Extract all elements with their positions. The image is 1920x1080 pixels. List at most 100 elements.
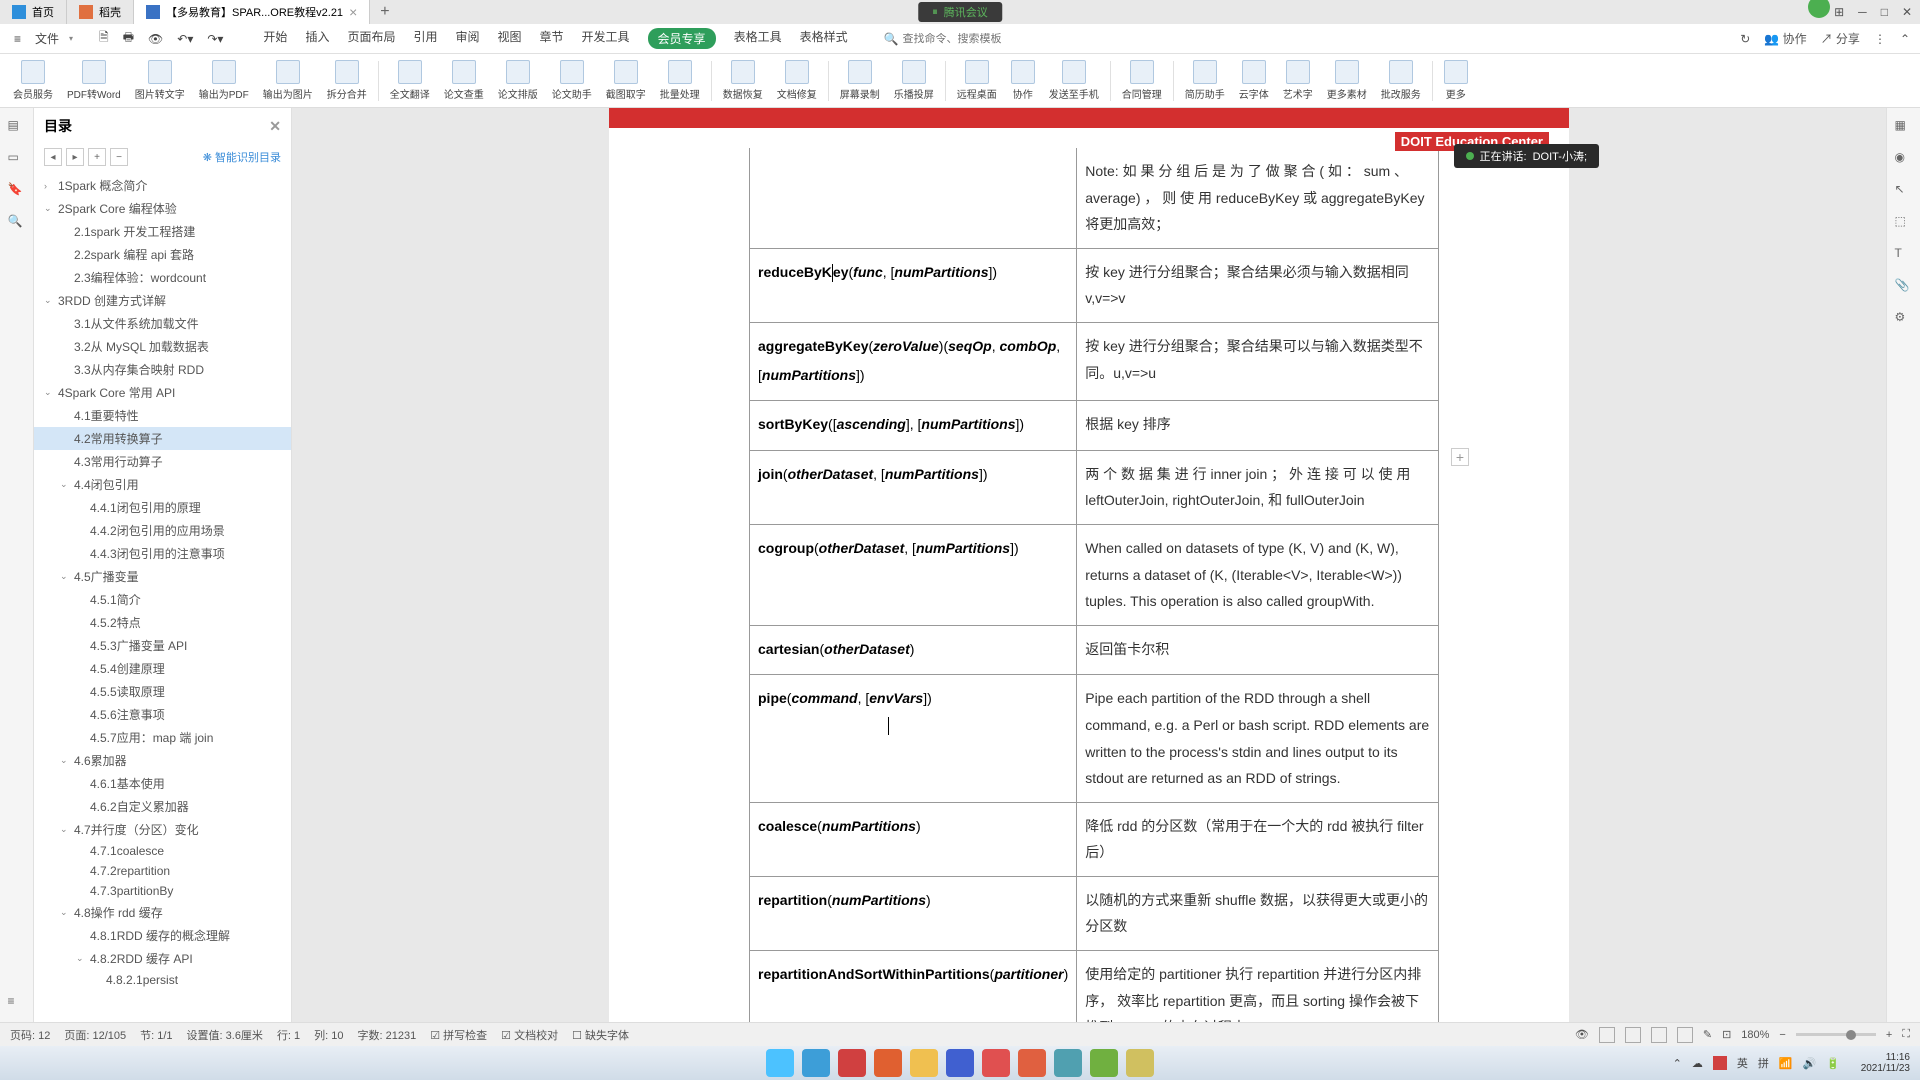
ribbon-button[interactable]: 会员服务	[6, 60, 60, 101]
sb-chars[interactable]: 字数: 21231	[358, 1027, 417, 1043]
close-panel-icon[interactable]: ✕	[269, 118, 281, 135]
menu-tab[interactable]: 章节	[540, 28, 564, 49]
outline-item[interactable]: ⌄4.6累加器	[34, 749, 291, 772]
api-cell[interactable]: repartitionAndSortWithinPartitions(parti…	[750, 951, 1077, 1022]
ribbon-button[interactable]: 更多素材	[1320, 60, 1374, 101]
outline-item[interactable]: 3.1从文件系统加载文件	[34, 312, 291, 335]
collapse-all-icon[interactable]: ◂	[44, 148, 62, 166]
ribbon-button[interactable]: 更多	[1437, 60, 1475, 101]
table-row[interactable]: aggregateByKey(zeroValue)(seqOp, combOp,…	[750, 322, 1439, 400]
app-teal-icon[interactable]	[1054, 1049, 1082, 1077]
table-cell[interactable]	[750, 148, 1077, 248]
chevron-icon[interactable]: ⌄	[60, 907, 70, 918]
api-cell[interactable]: sortByKey([ascending], [numPartitions])	[750, 401, 1077, 451]
wifi-icon[interactable]: 📶	[1779, 1057, 1793, 1070]
taskbar-clock[interactable]: 11:16 2021/11/23	[1861, 1052, 1910, 1074]
api-cell[interactable]: reduceByKey(func, [numPartitions])	[750, 248, 1077, 322]
ime-lang[interactable]: 英	[1737, 1055, 1748, 1071]
ribbon-button[interactable]: 截图取字	[599, 60, 653, 101]
grid-icon[interactable]: ⊞	[1834, 5, 1844, 19]
menu-tab[interactable]: 插入	[305, 28, 329, 49]
wps-icon[interactable]	[982, 1049, 1010, 1077]
print-icon[interactable]: 🖶	[119, 26, 138, 51]
outline-item[interactable]: 4.3常用行动算子	[34, 450, 291, 473]
api-cell[interactable]: repartition(numPartitions)	[750, 876, 1077, 950]
chevron-icon[interactable]: ⌄	[44, 387, 54, 398]
system-tray[interactable]: ⌃ ☁ 英 拼 📶 🔊 🔋	[1673, 1055, 1840, 1071]
outline-item[interactable]: 4.7.3partitionBy	[34, 881, 291, 901]
outline-item[interactable]: 4.5.2特点	[34, 611, 291, 634]
menu-tab[interactable]: 表格样式	[800, 28, 848, 49]
menu-tab[interactable]: 开始	[263, 28, 287, 49]
ribbon-button[interactable]: 拆分合并	[320, 60, 374, 101]
desc-cell[interactable]: 以随机的方式来重新 shuffle 数据，以获得更大或更小的分区数	[1077, 876, 1439, 950]
page-icon[interactable]: ▭	[8, 150, 26, 168]
view-page-icon[interactable]	[1599, 1027, 1615, 1043]
api-cell[interactable]: cartesian(otherDataset)	[750, 625, 1077, 675]
share-button[interactable]: ↗ 分享	[1821, 30, 1860, 47]
outline-item[interactable]: 4.5.3广播变量 API	[34, 634, 291, 657]
view-read-icon[interactable]	[1651, 1027, 1667, 1043]
view-web-icon[interactable]	[1677, 1027, 1693, 1043]
chevron-icon[interactable]: ⌄	[60, 824, 70, 835]
chevron-icon[interactable]: ⌄	[60, 571, 70, 582]
doc-tab[interactable]: 首页	[0, 0, 67, 24]
ribbon-button[interactable]: 论文助手	[545, 60, 599, 101]
ribbon-button[interactable]: 艺术字	[1276, 60, 1320, 101]
tools-icon[interactable]: ▦	[1895, 118, 1913, 136]
outline-item[interactable]: ⌄4.8.2RDD 缓存 API	[34, 947, 291, 970]
bookmark-icon[interactable]: 🔖	[8, 182, 26, 200]
zoom-in-icon[interactable]: +	[1886, 1029, 1892, 1041]
ime-mode[interactable]: 拼	[1758, 1055, 1769, 1071]
table-row[interactable]: coalesce(numPartitions)降低 rdd 的分区数（常用于在一…	[750, 802, 1439, 876]
undo-icon[interactable]: ↶▾	[173, 30, 197, 48]
api-table[interactable]: Note: 如 果 分 组 后 是 为 了 做 聚 合 ( 如 ： sum 、 …	[749, 148, 1439, 1022]
api-cell[interactable]: coalesce(numPartitions)	[750, 802, 1077, 876]
table-row[interactable]: repartitionAndSortWithinPartitions(parti…	[750, 951, 1439, 1022]
hamburger-icon[interactable]: ≡	[10, 30, 25, 48]
doc-tab[interactable]: 【多易教育】SPAR...ORE教程v2.21×	[134, 0, 370, 24]
chevron-icon[interactable]: ⌄	[44, 295, 54, 306]
outline-item[interactable]: 4.7.1coalesce	[34, 841, 291, 861]
outline-item[interactable]: 4.2常用转换算子	[34, 427, 291, 450]
outline-item[interactable]: 4.4.3闭包引用的注意事项	[34, 542, 291, 565]
eye-icon[interactable]: 👁	[1575, 1028, 1589, 1041]
outline-item[interactable]: 3.3从内存集合映射 RDD	[34, 358, 291, 381]
expand-all-icon[interactable]: ▸	[66, 148, 84, 166]
close-icon[interactable]: ✕	[1902, 5, 1912, 19]
add-icon[interactable]: +	[88, 148, 106, 166]
outline-item[interactable]: 4.1重要特性	[34, 404, 291, 427]
redo-icon[interactable]: ↷▾	[203, 30, 227, 48]
ribbon-button[interactable]: 发送至手机	[1042, 60, 1106, 101]
expand-icon[interactable]: ⌃	[1900, 32, 1910, 46]
outline-item[interactable]: 4.6.1基本使用	[34, 772, 291, 795]
save-icon[interactable]: 🗎	[95, 26, 113, 51]
sb-spell[interactable]: ☑ 拼写检查	[430, 1027, 487, 1043]
close-tab-icon[interactable]: ×	[349, 4, 357, 20]
chevron-icon[interactable]: ⌄	[44, 203, 54, 214]
chevron-icon[interactable]: ⌄	[76, 953, 86, 964]
volume-icon[interactable]: 🔊	[1803, 1057, 1817, 1070]
ribbon-button[interactable]: 文档修复	[770, 60, 824, 101]
meeting-badge[interactable]: ⏸ 腾讯会议	[918, 2, 1002, 22]
table-row[interactable]: sortByKey([ascending], [numPartitions])根…	[750, 401, 1439, 451]
new-tab-button[interactable]: +	[370, 3, 399, 21]
menu-tab[interactable]: 会员专享	[648, 28, 716, 49]
search-box[interactable]: 🔍	[884, 32, 1003, 46]
zoom-fit-icon[interactable]: ⊡	[1722, 1028, 1731, 1041]
coop-button[interactable]: 👥 协作	[1764, 30, 1806, 47]
desc-cell[interactable]: 按 key 进行分组聚合；聚合结果可以与输入数据类型不同。u,v=>u	[1077, 322, 1439, 400]
menu-tab[interactable]: 开发工具	[582, 28, 630, 49]
find-icon[interactable]: 🔍	[8, 214, 26, 232]
ribbon-button[interactable]: 合同管理	[1115, 60, 1169, 101]
outline-item[interactable]: 2.1spark 开发工程搭建	[34, 220, 291, 243]
outline-item[interactable]: 4.4.1闭包引用的原理	[34, 496, 291, 519]
outline-item[interactable]: 2.3编程体验：wordcount	[34, 266, 291, 289]
battery-icon[interactable]: 🔋	[1826, 1057, 1840, 1070]
list-icon[interactable]: ≡	[8, 994, 26, 1012]
outline-icon[interactable]: ▤	[8, 118, 26, 136]
outline-item[interactable]: ⌄4.5广播变量	[34, 565, 291, 588]
ribbon-button[interactable]: 屏幕录制	[833, 60, 887, 101]
app-note-icon[interactable]	[1126, 1049, 1154, 1077]
outline-item[interactable]: 4.5.1简介	[34, 588, 291, 611]
